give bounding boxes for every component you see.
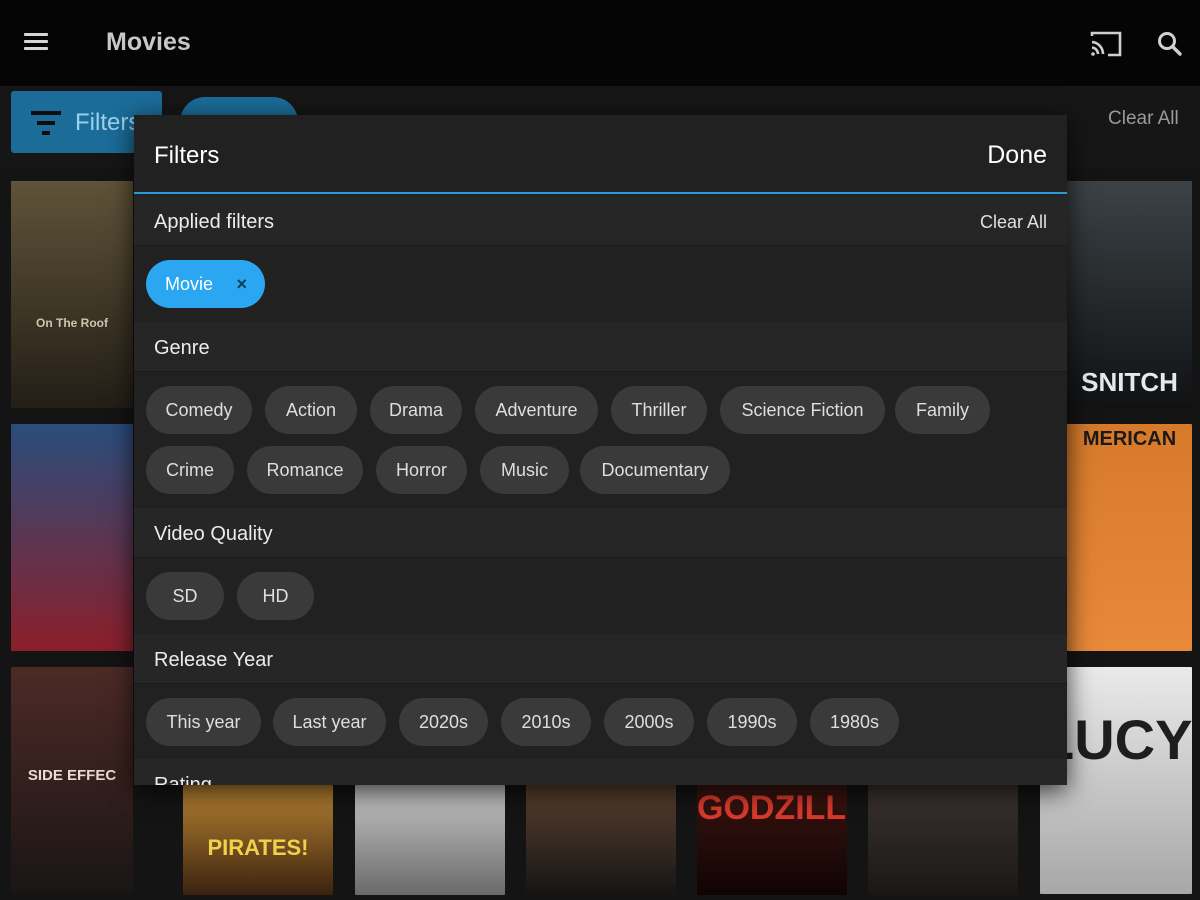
filter-chip[interactable]: Thriller [611,386,707,434]
release-year-header: Release Year [134,634,1067,684]
movie-poster-title: SNITCH [1081,367,1178,397]
applied-chip-movie[interactable]: Movie × [146,260,265,308]
filter-chip[interactable]: 1980s [810,698,899,746]
filter-chip[interactable]: Adventure [475,386,598,434]
movie-poster-title: GODZILLA [697,789,847,827]
movie-poster[interactable] [11,424,133,651]
filter-chip[interactable]: Romance [247,446,363,494]
filters-panel: Filters Done Applied filters Clear All M… [134,115,1067,785]
search-icon[interactable] [1154,28,1186,60]
filter-chip[interactable]: Drama [370,386,462,434]
filter-chip[interactable]: Documentary [580,446,730,494]
filter-chip[interactable]: Last year [273,698,386,746]
genre-title: Genre [154,337,210,359]
menu-icon[interactable] [22,28,52,58]
clear-all-button[interactable]: Clear All [980,212,1047,233]
rating-header: Rating [134,759,1067,785]
applied-filters-title: Applied filters [154,211,275,233]
video-quality-header: Video Quality [134,508,1067,558]
filter-chip[interactable]: Music [480,446,569,494]
genre-header: Genre [134,322,1067,372]
filter-chip[interactable]: Family [895,386,990,434]
app-root: Movies Filters Clear All On The Roof SID… [0,0,1200,900]
panel-header: Filters Done [134,115,1067,194]
movie-poster[interactable]: PIRATES! [183,785,333,895]
filter-chip[interactable]: Science Fiction [720,386,885,434]
filter-chip[interactable]: 1990s [707,698,797,746]
movie-poster-title: MERICAN [1082,428,1177,450]
remove-filter-icon[interactable]: × [236,260,247,308]
filter-chip[interactable]: 2000s [604,698,694,746]
filter-chip[interactable]: This year [146,698,261,746]
page-title: Movies [106,28,191,56]
movie-poster[interactable]: MERICAN [1067,424,1192,651]
clear-all-link[interactable]: Clear All [1108,108,1179,130]
cast-icon[interactable] [1088,28,1124,60]
done-button[interactable]: Done [987,141,1047,170]
filter-chip[interactable]: SD [146,572,224,620]
filter-chip[interactable]: Horror [376,446,467,494]
applied-chip-label: Movie [165,274,214,294]
movie-poster[interactable]: SIDE EFFEC [11,667,133,894]
movie-poster-title: SIDE EFFEC [27,767,117,784]
movie-poster[interactable] [868,785,1018,895]
movie-poster[interactable]: SNITCH [1067,181,1192,408]
filter-chip[interactable]: 2010s [501,698,591,746]
filter-chip[interactable]: Action [265,386,357,434]
movie-poster[interactable]: On The Roof [11,181,133,408]
movie-poster[interactable] [526,785,676,895]
filter-chip[interactable]: Comedy [146,386,252,434]
rating-title: Rating [154,774,212,785]
movie-poster[interactable]: GODZILLA [697,785,847,895]
movie-poster-title: On The Roof [36,316,108,330]
release-year-title: Release Year [154,649,273,671]
filter-chip[interactable]: 2020s [399,698,488,746]
filters-button-label: Filters [75,109,141,136]
filter-chip[interactable]: HD [237,572,314,620]
filter-chip[interactable]: Crime [146,446,234,494]
top-app-bar: Movies [0,0,1200,86]
movie-poster[interactable] [355,785,505,895]
applied-filters-header: Applied filters Clear All [134,196,1067,246]
video-quality-title: Video Quality [154,523,273,545]
movie-poster-title: PIRATES! [207,835,309,860]
filter-icon [31,111,61,135]
panel-title: Filters [154,142,220,169]
